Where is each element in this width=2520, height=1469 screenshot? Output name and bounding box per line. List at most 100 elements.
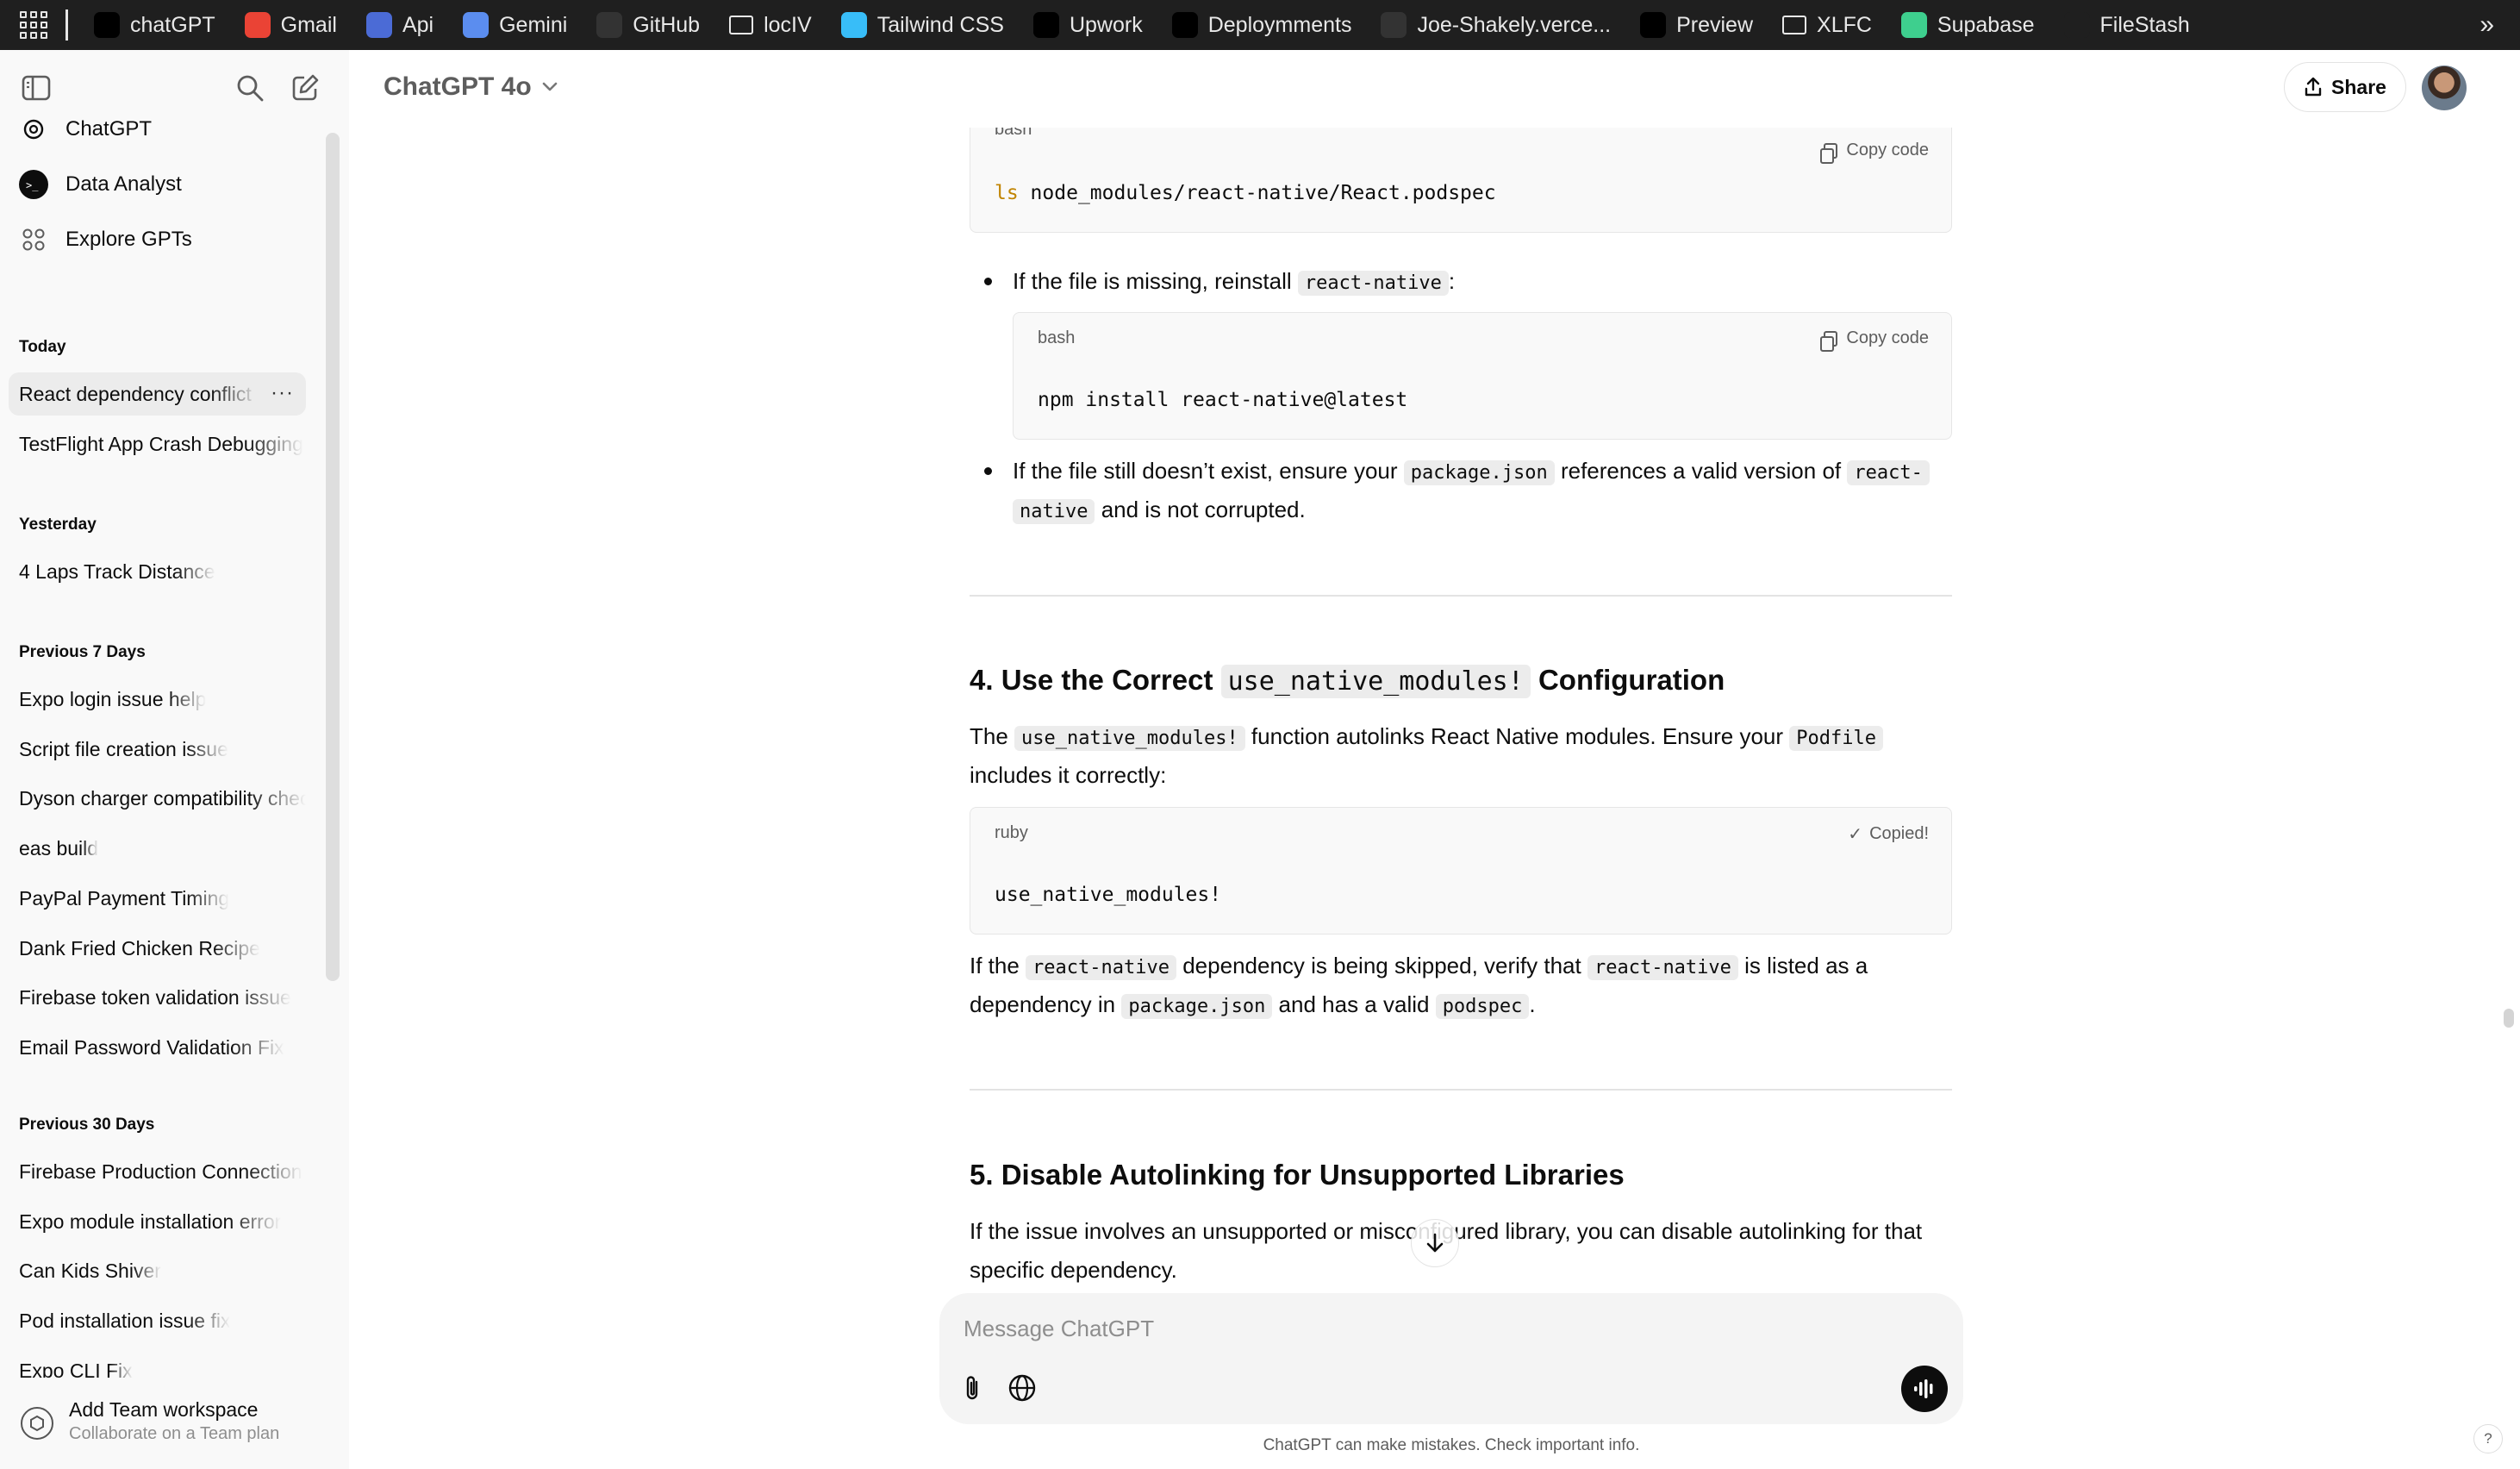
inline-code: Podfile	[1789, 726, 1883, 751]
bookmark-item[interactable]: Gmail	[244, 12, 337, 38]
more-options-icon[interactable]: ···	[271, 381, 294, 405]
history-item[interactable]: Email Password Validation Fix	[9, 1026, 306, 1069]
bookmark-item[interactable]: Gemini	[463, 12, 567, 38]
more-bookmarks-icon[interactable]: »	[2479, 10, 2494, 40]
copy-icon	[1820, 142, 1838, 164]
bookmark-item[interactable]: Joe-Shakely.verce...	[1381, 12, 1611, 38]
add-team-workspace[interactable]: Add Team workspace Collaborate on a Team…	[0, 1378, 349, 1469]
share-icon	[2305, 77, 2322, 97]
attach-icon[interactable]	[955, 1371, 989, 1405]
share-button[interactable]: Share	[2284, 62, 2406, 112]
vercel-icon	[1171, 12, 1198, 38]
bookmark-item[interactable]: locIV	[729, 13, 812, 38]
paragraph-continued: includes it correctly:	[970, 762, 1167, 788]
inline-code: react-native	[1587, 955, 1738, 980]
message-input[interactable]: Message ChatGPT	[964, 1316, 1154, 1342]
waveform-icon	[1914, 1379, 1933, 1398]
code-block: bash Copy code npm install react-native@…	[1013, 312, 1952, 440]
avatar[interactable]	[2422, 66, 2467, 110]
divider	[970, 1089, 1952, 1091]
history-item[interactable]: PayPal Payment Timing	[9, 877, 306, 920]
help-button[interactable]: ?	[2473, 1424, 2503, 1453]
history-item[interactable]: Expo module installation error	[9, 1200, 306, 1243]
bullet-dot	[984, 467, 992, 475]
bookmark-item[interactable]: GitHub	[596, 12, 700, 38]
scroll-to-bottom-button[interactable]	[1411, 1219, 1459, 1267]
bookmark-item[interactable]: Supabase	[1900, 12, 2035, 38]
inline-code: native	[1013, 499, 1095, 524]
chat-header: ChatGPT 4o Share	[349, 50, 2520, 128]
globe-icon[interactable]	[1005, 1371, 1039, 1405]
paragraph: If the file still doesn’t exist, ensure …	[1013, 452, 1930, 492]
history-item[interactable]: Expo login issue help	[9, 678, 306, 721]
sidebar-scrollbar[interactable]	[326, 133, 340, 981]
divider	[970, 595, 1952, 597]
bookmark-item[interactable]: XLFC	[1782, 13, 1872, 38]
upwork-icon	[1032, 12, 1059, 38]
history-item[interactable]: Firebase Production Connection	[9, 1150, 306, 1193]
gpt-data-analyst[interactable]: >_ Data Analyst	[9, 160, 306, 209]
code-block: bash Copy code ls node_modules/react-nat…	[970, 128, 1952, 233]
code-line: use_native_modules!	[995, 884, 1222, 906]
search-icon[interactable]	[231, 69, 269, 107]
history-item[interactable]: Script file creation issue	[9, 728, 306, 771]
folder-icon	[729, 16, 754, 34]
voice-mode-button[interactable]	[1901, 1366, 1948, 1412]
gpt-label: Data Analyst	[65, 172, 182, 196]
bookmark-item[interactable]: Tailwind CSS	[840, 12, 1004, 38]
inline-code: use_native_modules!	[1220, 665, 1531, 698]
folder-icon	[1782, 16, 1807, 34]
code-language: bash	[1038, 328, 1076, 347]
sidebar-toggle-icon[interactable]	[17, 69, 55, 107]
history-item[interactable]: Firebase token validation issue	[9, 976, 306, 1019]
paragraph: If the file is missing, reinstall react-…	[1013, 268, 1456, 296]
copy-code-button[interactable]: Copy code	[1820, 141, 1929, 164]
section-heading: 4. Use the Correct use_native_modules! C…	[970, 664, 1725, 698]
share-label: Share	[2331, 75, 2386, 98]
history-item[interactable]: 4 Laps Track Distance	[9, 550, 306, 593]
new-chat-icon[interactable]	[286, 69, 324, 107]
history-item[interactable]: Dyson charger compatibility check	[9, 777, 306, 820]
history-item[interactable]: Pod installation issue fix	[9, 1299, 306, 1342]
copied-indicator[interactable]: ✓ Copied!	[1848, 823, 1929, 845]
apps-grid-icon[interactable]	[19, 10, 48, 40]
grid-icon	[19, 225, 48, 254]
history-item[interactable]: TestFlight App Crash Debugging	[9, 422, 306, 466]
bookmark-item[interactable]: Api	[365, 12, 434, 38]
page-scroll-marker[interactable]	[2504, 1009, 2514, 1028]
gpt-explore[interactable]: Explore GPTs	[9, 216, 306, 264]
bookmark-item[interactable]: FileStash	[2063, 12, 2190, 38]
inline-code: package.json	[1121, 994, 1273, 1019]
inline-code: podspec	[1435, 994, 1530, 1019]
message-composer: Message ChatGPT	[939, 1293, 1963, 1424]
bookmark-item[interactable]: Deploymments	[1171, 12, 1351, 38]
gpt-chatgpt[interactable]: ChatGPT	[9, 105, 306, 153]
sidebar: ChatGPT >_ Data Analyst Explore GPTs Tod…	[0, 50, 349, 1469]
paragraph: If the react-native dependency is being …	[970, 953, 1868, 980]
bookmark-item[interactable]: chatGPT	[94, 12, 215, 38]
code-language: bash	[995, 128, 1032, 139]
chevron-down-icon	[542, 78, 558, 97]
bookmark-item[interactable]: Upwork	[1032, 12, 1143, 38]
supabase-icon	[1900, 12, 1927, 38]
history-item[interactable]: Dank Fried Chicken Recipe	[9, 927, 306, 970]
svg-text:>_: >_	[26, 179, 39, 191]
history-item[interactable]: eas build	[9, 827, 306, 870]
history-item[interactable]: Can Kids Shiver	[9, 1249, 306, 1292]
disclaimer: ChatGPT can make mistakes. Check importa…	[1263, 1436, 1640, 1454]
copy-code-button[interactable]: Copy code	[1820, 328, 1929, 352]
gpt-label: ChatGPT	[65, 117, 153, 141]
bookmark-item[interactable]: Preview	[1640, 12, 1753, 38]
paragraph-continued: native and is not corrupted.	[1013, 491, 1306, 531]
paragraph-continued: dependency in package.json and has a val…	[970, 991, 1536, 1019]
gmail-icon	[244, 12, 271, 38]
history-item[interactable]: React dependency conflict ···	[9, 372, 306, 416]
chatgpt-logo-icon	[19, 115, 48, 144]
model-selector[interactable]: ChatGPT 4o	[384, 72, 558, 102]
paragraph: The use_native_modules! function autolin…	[970, 717, 1883, 758]
site-icon	[1381, 12, 1407, 38]
chat-transcript: bash Copy code ls node_modules/react-nat…	[349, 128, 2520, 1293]
team-title: Add Team workspace	[69, 1398, 259, 1421]
api-icon	[365, 12, 392, 38]
code-language: ruby	[995, 823, 1028, 842]
